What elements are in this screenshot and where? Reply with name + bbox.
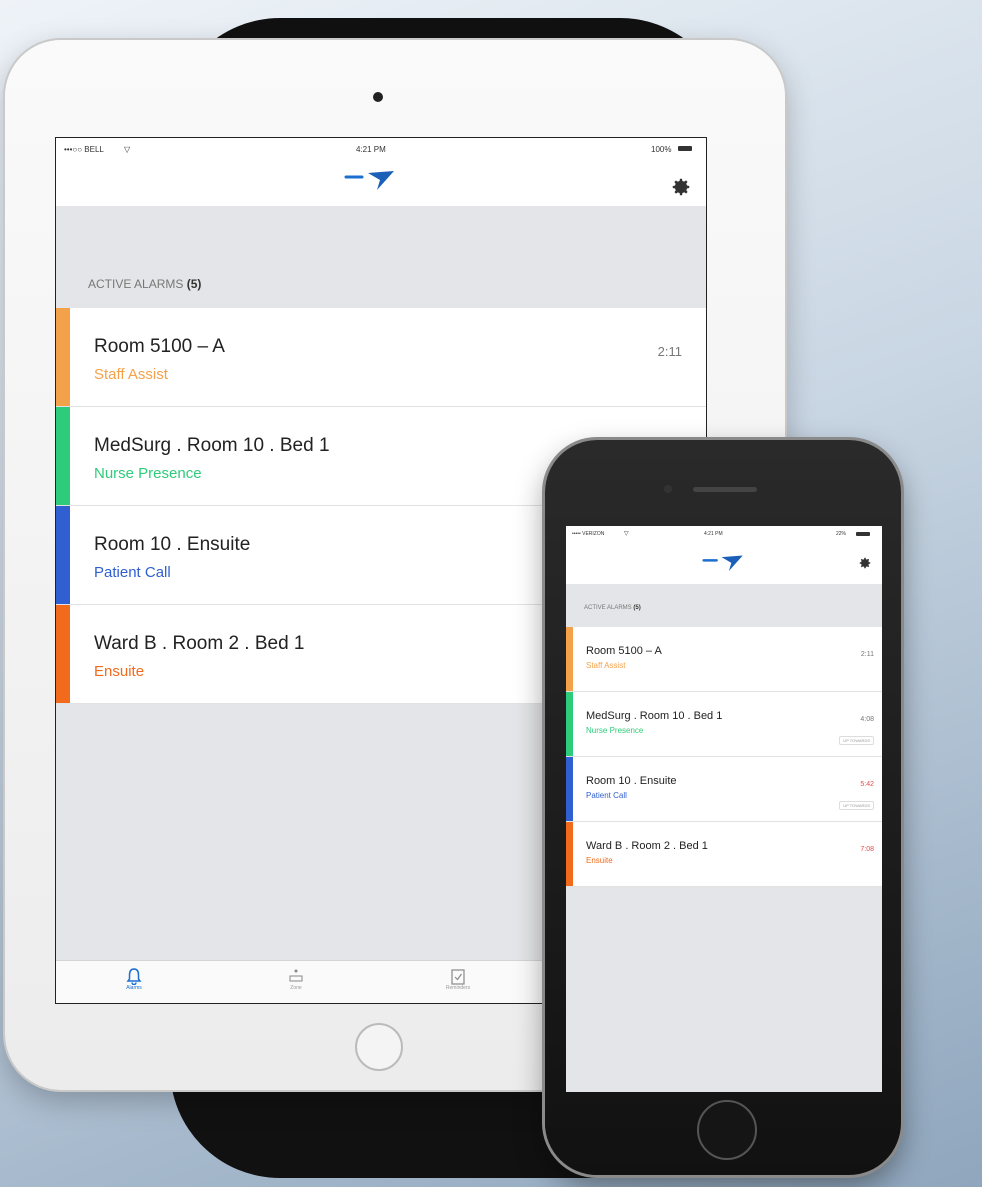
alarm-color-bar <box>566 627 573 691</box>
alarm-row[interactable]: Ward B . Room 2 . Bed 1 Ensuite 7:08 <box>566 822 882 887</box>
carrier-label: •••○○ BELL <box>64 145 104 154</box>
alarm-type: Staff Assist <box>94 366 168 383</box>
alarm-elapsed-time: 5:42 <box>860 781 874 788</box>
tab-label: Zone <box>290 985 302 991</box>
wifi-icon: ▽ <box>124 145 131 154</box>
iphone-screen: ••••• VERIZON ▽ 4:21 PM 22% ACTIVE ALARM… <box>566 526 882 1092</box>
tab-label: Reminders <box>445 985 471 991</box>
ipad-camera <box>373 92 383 102</box>
gear-icon[interactable] <box>858 556 872 570</box>
clock-label: 4:21 PM <box>356 145 386 154</box>
alarm-type: Staff Assist <box>586 661 626 670</box>
status-badge: UP TOWARDS <box>839 736 874 745</box>
active-alarms-header: ACTIVE ALARMS (5) <box>584 605 641 611</box>
alarm-type: Nurse Presence <box>94 465 202 482</box>
alarm-type: Ensuite <box>586 856 613 865</box>
clipboard-icon <box>451 969 465 985</box>
alarm-title: Room 5100 – A <box>586 645 662 657</box>
logo-arrow-icon <box>702 555 743 571</box>
alarm-elapsed-time: 7:08 <box>860 846 874 853</box>
alarm-color-bar <box>566 692 573 756</box>
tab-label: Alarms <box>126 985 142 991</box>
gear-icon[interactable] <box>670 176 692 198</box>
alarm-color-bar <box>566 757 573 821</box>
iphone-speaker <box>693 487 757 492</box>
tab-reminders[interactable]: Reminders <box>436 967 480 991</box>
alarm-title: Room 5100 – A <box>94 336 225 357</box>
alarm-type: Patient Call <box>94 564 171 581</box>
alarm-color-bar <box>56 506 70 604</box>
alarm-color-bar <box>56 308 70 406</box>
alarm-title: MedSurg . Room 10 . Bed 1 <box>586 710 723 722</box>
alarm-title: Room 10 . Ensuite <box>94 534 251 555</box>
tab-zone[interactable]: Zone <box>276 967 316 991</box>
alarm-title: Ward B . Room 2 . Bed 1 <box>586 840 708 852</box>
alarm-row[interactable]: Room 10 . Ensuite Patient Call 5:42 UP T… <box>566 757 882 822</box>
carrier-label: ••••• VERIZON <box>572 531 605 537</box>
alarm-title: Room 10 . Ensuite <box>586 775 677 787</box>
alarm-count: (5) <box>633 605 641 611</box>
ipad-navbar: •••○○ BELL ▽ 4:21 PM 100% <box>56 138 706 206</box>
ipad-home-button[interactable] <box>355 1023 403 1071</box>
battery-icon <box>856 532 870 536</box>
iphone-status-bar: ••••• VERIZON ▽ 4:21 PM 22% <box>566 526 882 548</box>
section-title: ACTIVE ALARMS <box>584 605 632 611</box>
alarm-color-bar <box>56 407 70 505</box>
tab-alarms[interactable]: Alarms <box>114 967 154 991</box>
battery-icon <box>678 146 692 151</box>
battery-label: 100% <box>651 145 672 154</box>
alarm-title: MedSurg . Room 10 . Bed 1 <box>94 435 330 456</box>
alarm-row[interactable]: MedSurg . Room 10 . Bed 1 Nurse Presence… <box>566 692 882 757</box>
battery-label: 22% <box>836 531 847 537</box>
alarm-count: (5) <box>186 277 202 291</box>
alarm-elapsed-time: 2:11 <box>657 344 682 359</box>
alarm-elapsed-time: 4:08 <box>860 716 874 723</box>
logo-arrow-icon <box>344 171 394 190</box>
iphone-navbar: ••••• VERIZON ▽ 4:21 PM 22% <box>566 526 882 584</box>
alarm-title: Ward B . Room 2 . Bed 1 <box>94 633 305 654</box>
alarm-type: Patient Call <box>586 791 627 800</box>
wifi-icon: ▽ <box>624 531 629 537</box>
bell-icon <box>126 968 142 985</box>
iphone-home-button[interactable] <box>697 1100 757 1160</box>
iphone-camera <box>664 485 672 493</box>
alarm-row[interactable]: Room 5100 – A Staff Assist 2:11 <box>56 308 706 407</box>
alarm-type: Nurse Presence <box>586 726 644 735</box>
alarm-row[interactable]: Room 5100 – A Staff Assist 2:11 <box>566 627 882 692</box>
section-title: ACTIVE ALARMS <box>88 277 184 291</box>
ipad-status-bar: •••○○ BELL ▽ 4:21 PM 100% <box>56 138 706 160</box>
alarm-elapsed-time: 2:11 <box>860 651 874 658</box>
zone-icon <box>289 969 303 982</box>
alarm-color-bar <box>56 605 70 703</box>
alarm-color-bar <box>566 822 573 886</box>
clock-label: 4:21 PM <box>704 531 723 537</box>
active-alarms-header: ACTIVE ALARMS (5) <box>88 277 201 291</box>
alarm-type: Ensuite <box>94 663 145 680</box>
status-badge: UP TOWARDS <box>839 801 874 810</box>
